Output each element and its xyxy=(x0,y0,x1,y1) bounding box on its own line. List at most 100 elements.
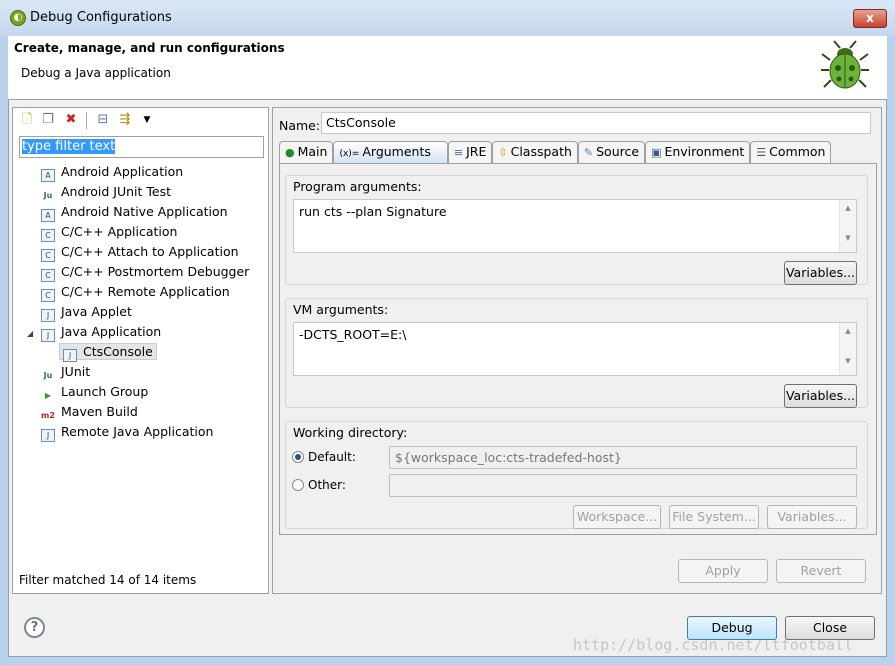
tree-item[interactable]: ◢J Java Application xyxy=(27,322,267,342)
tree-item[interactable]: J Remote Java Application xyxy=(27,422,267,442)
working-directory-label: Working directory: xyxy=(293,425,407,440)
expand-arrow-icon[interactable]: ◢ xyxy=(27,324,41,344)
tree-item-label: Remote Java Application xyxy=(61,424,213,439)
android-app-icon: A xyxy=(41,169,55,182)
tab-arguments[interactable]: (x)=Arguments xyxy=(333,141,447,163)
tree-item-label: C/C++ Application xyxy=(61,224,177,239)
apply-button[interactable]: Apply xyxy=(678,559,768,583)
tree-item[interactable]: J Java Applet xyxy=(27,302,267,322)
tab-label: Environment xyxy=(664,144,744,159)
cpp-postmortem-icon: C xyxy=(41,269,55,282)
vm-arguments-group: VM arguments: -DCTS_ROOT=E:\ ▲▼ Variables… xyxy=(285,298,868,408)
arguments-tab-content: Program arguments: run cts --plan Signat… xyxy=(279,163,877,535)
jre-icon: ≡ xyxy=(454,146,463,159)
android-native-icon: A xyxy=(41,209,55,222)
file-system-button[interactable]: File System... xyxy=(669,505,759,529)
filter-text: type filter text xyxy=(22,139,115,154)
debug-button[interactable]: Debug xyxy=(687,616,777,640)
java-applet-icon: J xyxy=(41,309,55,322)
tree-item[interactable]: C C/C++ Attach to Application xyxy=(27,242,267,262)
tree-item[interactable]: m2Maven Build xyxy=(27,402,267,422)
remote-java-icon: J xyxy=(41,429,55,442)
workdir-variables-button[interactable]: Variables... xyxy=(767,505,857,529)
chevron-down-icon[interactable]: ▼ xyxy=(139,112,155,128)
tab-label: Main xyxy=(298,144,328,159)
default-radio[interactable]: Default: xyxy=(292,450,356,464)
common-icon: ☰ xyxy=(756,146,766,159)
workspace-button[interactable]: Workspace... xyxy=(573,505,661,529)
classpath-icon: ⇳ xyxy=(498,146,507,159)
tab-jre[interactable]: ≡JRE xyxy=(448,141,493,163)
scrollbar[interactable]: ▲▼ xyxy=(839,323,856,375)
program-variables-button[interactable]: Variables... xyxy=(784,261,857,285)
tree-item-label: JUnit xyxy=(61,364,90,379)
tab-label: Classpath xyxy=(511,144,572,159)
cpp-remote-icon: C xyxy=(41,289,55,302)
help-icon[interactable]: ? xyxy=(24,617,45,638)
tree-item-label: Android JUnit Test xyxy=(61,184,171,199)
scrollbar[interactable]: ▲▼ xyxy=(839,200,856,252)
vm-variables-button[interactable]: Variables... xyxy=(784,384,857,408)
new-configuration-icon[interactable]: 🗋 xyxy=(19,112,35,128)
tree-item-label: C/C++ Attach to Application xyxy=(61,244,239,259)
tab-environment[interactable]: ▣Environment xyxy=(645,141,750,163)
tab-source[interactable]: ✎Source xyxy=(578,141,645,163)
java-app-icon: J xyxy=(63,349,77,362)
tab-main[interactable]: ●Main xyxy=(279,141,333,163)
tab-label: Common xyxy=(769,144,825,159)
tree-item[interactable]: ▶Launch Group xyxy=(27,382,267,402)
name-label: Name: xyxy=(279,118,320,133)
tree-item[interactable]: C C/C++ Remote Application xyxy=(27,282,267,302)
vm-arguments-input[interactable]: -DCTS_ROOT=E:\ ▲▼ xyxy=(293,322,857,376)
window-title: Debug Configurations xyxy=(30,10,172,25)
filter-input[interactable]: type filter text xyxy=(19,136,264,158)
vm-arguments-label: VM arguments: xyxy=(293,302,388,317)
tree-item[interactable]: A Android Application xyxy=(27,162,267,182)
name-input[interactable]: CtsConsole xyxy=(321,112,871,134)
collapse-all-icon[interactable]: ⊟ xyxy=(95,112,111,128)
tab-label: JRE xyxy=(466,144,486,159)
cpp-app-icon: C xyxy=(41,229,55,242)
program-arguments-input[interactable]: run cts --plan Signature ▲▼ xyxy=(293,199,857,253)
filter-icon[interactable]: ⇶ xyxy=(117,112,133,128)
java-app-icon: J xyxy=(41,329,55,342)
tree-item-label: C/C++ Postmortem Debugger xyxy=(61,264,249,279)
other-directory-input xyxy=(389,474,857,497)
cpp-attach-icon: C xyxy=(41,249,55,262)
tree-item-selected[interactable]: JCtsConsole xyxy=(27,342,267,362)
tree-item-label: Java Applet xyxy=(61,304,132,319)
header-title: Create, manage, and run configurations xyxy=(14,41,285,55)
working-directory-group: Working directory: Default: ${workspace_… xyxy=(285,421,868,529)
radio-selected xyxy=(292,451,304,463)
tree-item[interactable]: C C/C++ Postmortem Debugger xyxy=(27,262,267,282)
arguments-icon: (x)= xyxy=(339,149,359,159)
header-subtitle: Debug a Java application xyxy=(21,66,171,80)
dialog-header: Create, manage, and run configurations D… xyxy=(8,36,887,100)
tree-item[interactable]: C C/C++ Application xyxy=(27,222,267,242)
other-radio[interactable]: Other: xyxy=(292,478,346,492)
close-button[interactable]: Close xyxy=(785,616,875,640)
duplicate-icon[interactable]: ❐ xyxy=(40,112,56,128)
tab-common[interactable]: ☰Common xyxy=(750,141,831,163)
tree-item-label: Android Native Application xyxy=(61,204,228,219)
tree-item-label: Android Application xyxy=(61,164,183,179)
window-close-button[interactable]: x xyxy=(853,9,887,28)
revert-button[interactable]: Revert xyxy=(776,559,866,583)
environment-icon: ▣ xyxy=(651,146,661,159)
tree-item[interactable]: JuAndroid JUnit Test xyxy=(27,182,267,202)
delete-icon[interactable]: ✖ xyxy=(63,112,79,128)
tree-item[interactable]: JuJUnit xyxy=(27,362,267,382)
tree-item[interactable]: A Android Native Application xyxy=(27,202,267,222)
tab-classpath[interactable]: ⇳ Classpath xyxy=(492,141,578,163)
tree-item-label: Java Application xyxy=(61,324,161,339)
debug-app-icon: ◐ xyxy=(10,10,26,26)
configuration-editor: Name: CtsConsole ●Main (x)=Arguments ≡JR… xyxy=(272,107,882,594)
tree-item-label: C/C++ Remote Application xyxy=(61,284,230,299)
tree-item-label: Launch Group xyxy=(61,384,148,399)
program-arguments-text: run cts --plan Signature xyxy=(299,204,447,219)
radio-unselected xyxy=(292,479,304,491)
source-icon: ✎ xyxy=(584,146,593,159)
bug-icon xyxy=(820,40,870,92)
vm-arguments-text: -DCTS_ROOT=E:\ xyxy=(299,327,406,342)
program-arguments-group: Program arguments: run cts --plan Signat… xyxy=(285,175,868,285)
